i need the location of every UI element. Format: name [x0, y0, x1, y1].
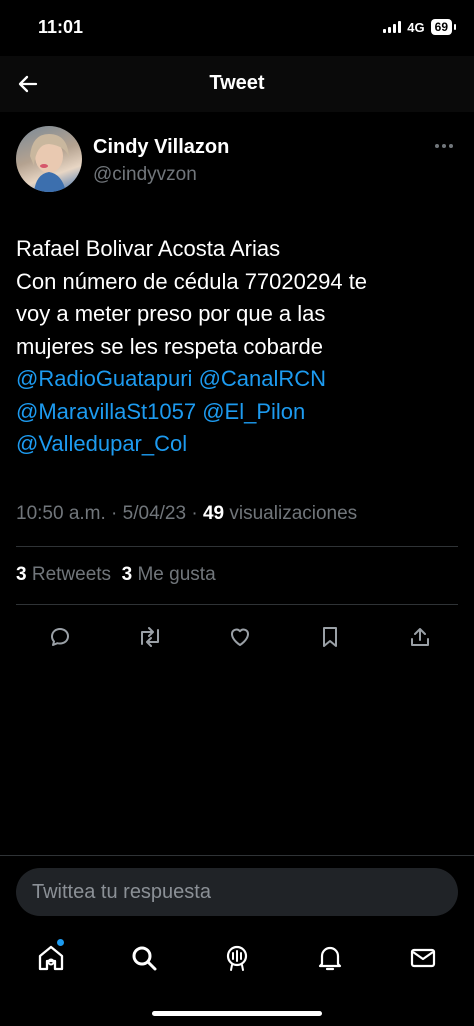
mentions-line: @Valledupar_Col [16, 428, 458, 461]
tweet-meta: 10:50 a.m. · 5/04/23 · 49 visualizacione… [16, 503, 357, 525]
bottom-tab-bar [0, 930, 474, 986]
views-count: 49 [202, 503, 225, 524]
tab-notifications[interactable] [305, 933, 355, 983]
mention-link[interactable]: @Valledupar_Col [16, 431, 187, 456]
reply-field[interactable] [16, 868, 458, 917]
page-title: Tweet [209, 72, 265, 94]
tweet-text: Rafael Bolivar Acosta Arias Con número d… [16, 233, 458, 461]
tab-home[interactable] [26, 933, 76, 983]
mentions-line: @RadioGuatapuri @CanalRCN [16, 363, 458, 396]
tab-messages[interactable] [398, 933, 448, 983]
notification-dot [56, 939, 64, 946]
signal-icon [383, 21, 402, 33]
divider [16, 546, 458, 547]
status-indicators: 4G 69 [383, 19, 457, 35]
reply-button[interactable] [40, 620, 80, 654]
home-indicator[interactable] [152, 1011, 322, 1016]
tab-spaces[interactable] [212, 933, 262, 983]
avatar[interactable] [16, 126, 82, 192]
network-label: 4G [407, 19, 425, 35]
tweet-time[interactable]: 10:50 a.m. [16, 503, 106, 524]
likes-stat[interactable]: 3 Me gusta [122, 564, 216, 585]
reply-icon [51, 628, 69, 646]
tweet-actions [40, 620, 440, 654]
tweet-stats: 3 Retweets 3 Me gusta [16, 564, 216, 586]
retweet-icon [141, 627, 159, 647]
retweets-stat[interactable]: 3 Retweets [16, 564, 111, 585]
reply-input[interactable] [32, 868, 442, 917]
top-bar: Tweet [0, 56, 474, 112]
tweet-line: Rafael Bolivar Acosta Arias [16, 236, 281, 261]
notifications-icon [319, 946, 342, 971]
like-icon [231, 628, 249, 646]
status-time: 11:01 [38, 17, 84, 37]
user-handle[interactable]: @cindyvzon [93, 164, 197, 186]
search-icon [132, 946, 157, 971]
tweet-author: Cindy Villazon @cindyvzon [16, 126, 458, 196]
likes-label: Me gusta [137, 564, 216, 585]
more-options-button[interactable] [430, 138, 458, 154]
likes-count: 3 [121, 564, 133, 585]
battery-icon: 69 [430, 19, 457, 35]
tweet-line: mujeres se les respeta cobarde [16, 333, 323, 359]
mentions-line: @MaravillaSt1057 @El_Pilon [16, 396, 458, 429]
separator: · [186, 503, 203, 524]
share-icon [411, 628, 429, 646]
retweets-label: Retweets [31, 564, 112, 585]
mention-link[interactable]: @MaravillaSt1057 [16, 399, 196, 424]
home-icon [38, 945, 63, 971]
display-name[interactable]: Cindy Villazon [93, 136, 229, 159]
reply-divider [0, 855, 474, 856]
separator: · [105, 503, 123, 524]
more-icon [435, 144, 453, 148]
status-bar: 11:01 4G 69 [0, 0, 474, 56]
mention-link[interactable]: @El_Pilon [202, 399, 305, 424]
tweet-line: voy a meter preso por que a las [16, 301, 326, 326]
tab-search[interactable] [119, 933, 169, 983]
retweets-count: 3 [16, 564, 27, 585]
like-button[interactable] [220, 620, 260, 654]
avatar-photo [30, 134, 69, 192]
divider [16, 604, 458, 605]
bookmark-button[interactable] [310, 620, 350, 654]
tweet-line: Con número de cédula 77020294 te [16, 268, 368, 294]
tweet-date[interactable]: 5/04/23 [123, 503, 186, 524]
spaces-icon [226, 945, 248, 971]
views-label: visualizaciones [229, 503, 358, 524]
share-button[interactable] [400, 620, 440, 654]
bookmark-icon [323, 627, 337, 647]
messages-icon [411, 948, 436, 968]
mention-link[interactable]: @RadioGuatapuri [16, 366, 192, 391]
mention-link[interactable]: @CanalRCN [199, 366, 326, 391]
retweet-button[interactable] [130, 620, 170, 654]
